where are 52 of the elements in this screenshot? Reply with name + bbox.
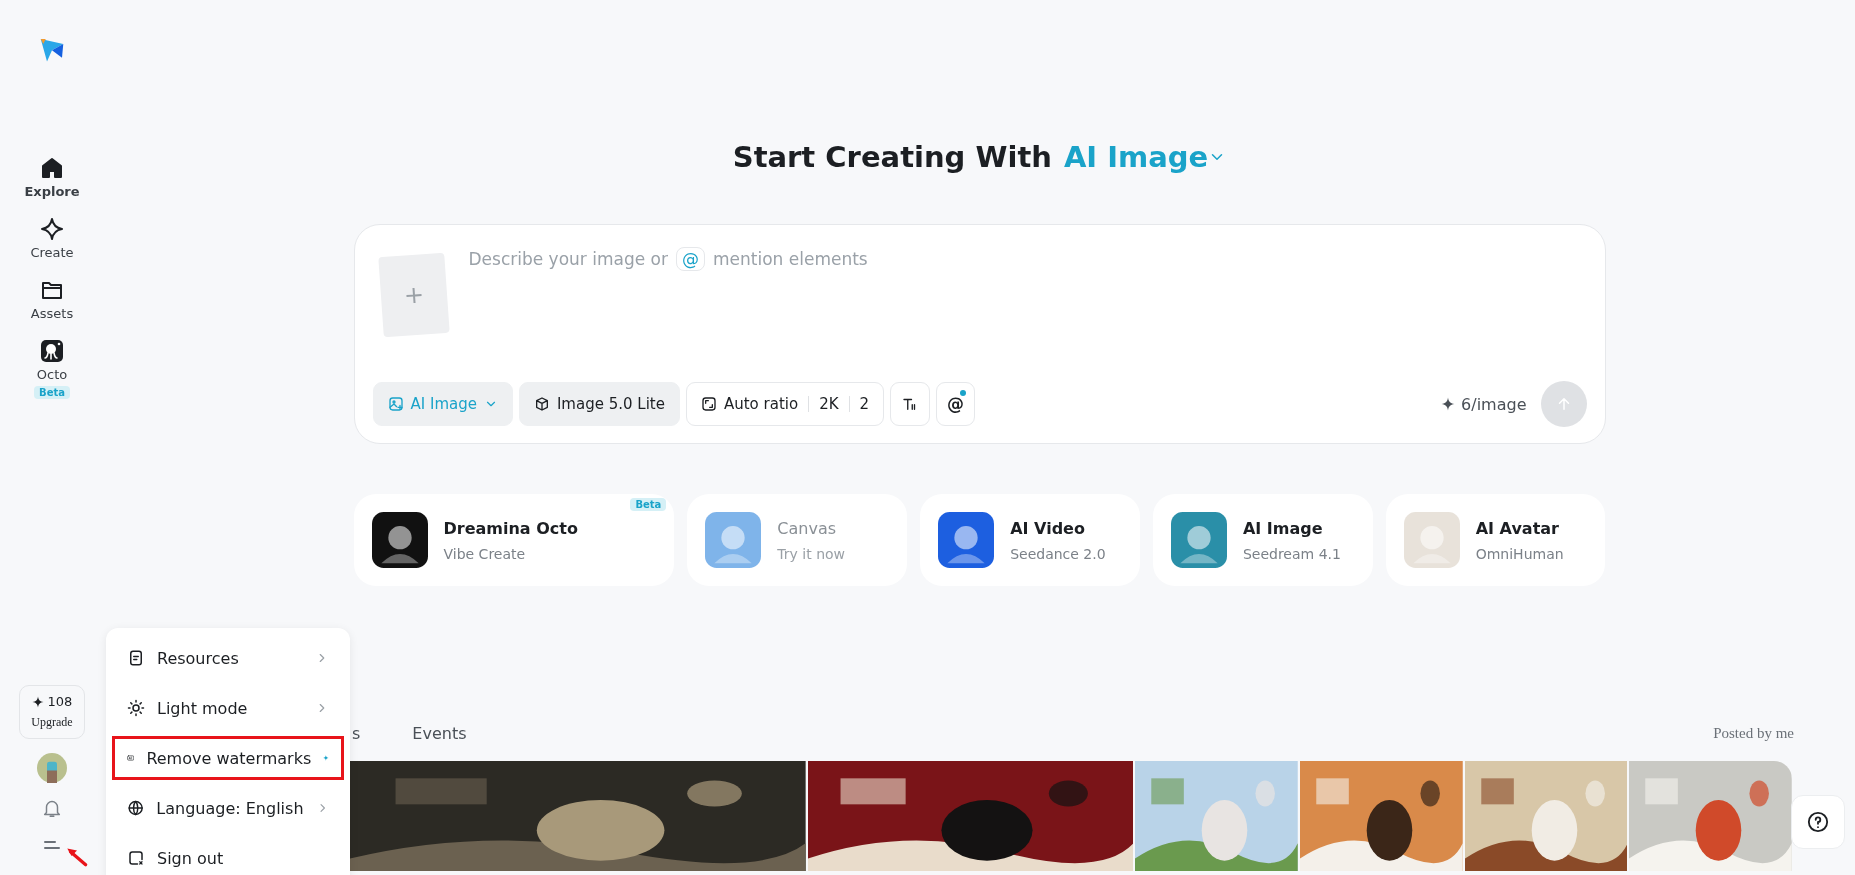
tab[interactable]: Events <box>412 723 467 743</box>
nav-item[interactable]: Explore <box>20 154 84 201</box>
avatar-icon[interactable] <box>37 753 67 783</box>
mention-chip: @ <box>676 247 705 271</box>
card-title: Canvas <box>777 518 838 538</box>
card-title: Dreamina Octo <box>443 518 578 538</box>
feature-card[interactable]: Dreamina Octo Vibe Create Beta <box>353 494 675 586</box>
card-subtitle: Vibe Create <box>443 545 527 562</box>
sun-icon <box>127 699 145 717</box>
card-title: AI Image <box>1242 518 1324 538</box>
card-title: AI Avatar <box>1475 518 1560 538</box>
card-subtitle: Seedance 2.0 <box>1010 545 1106 562</box>
ratio-button[interactable]: Auto ratio 2K 2 <box>685 382 885 426</box>
image-icon <box>387 396 404 412</box>
text-style-button[interactable] <box>890 382 931 426</box>
feature-card[interactable]: AI Avatar OmniHuman <box>1385 494 1606 586</box>
menu-item[interactable]: Sign out <box>112 836 344 875</box>
feature-card[interactable]: AI Video Seedance 2.0 <box>920 494 1140 586</box>
octopus-icon <box>40 339 64 363</box>
model-button[interactable]: Image 5.0 Lite <box>518 382 680 426</box>
menu-item[interactable]: Remove watermarks <box>112 736 344 780</box>
feature-card[interactable]: AI Image Seedream 4.1 <box>1152 494 1373 586</box>
credits-card[interactable]: 108 Upgrade <box>19 685 85 739</box>
nav-item[interactable]: Create <box>26 215 78 262</box>
cost-label: 6/image <box>1461 394 1527 414</box>
beta-badge: Beta <box>34 386 70 399</box>
home-icon <box>40 156 64 180</box>
mention-button[interactable]: @ <box>936 382 976 426</box>
posted-by-me-link[interactable]: Posted by me <box>1713 724 1794 742</box>
sparkle-icon <box>40 217 64 241</box>
upgrade-label[interactable]: Upgrade <box>31 715 73 730</box>
menu-item[interactable]: Resources <box>112 636 344 680</box>
tab[interactable]: s <box>352 723 361 743</box>
card-subtitle: Seedream 4.1 <box>1242 545 1341 562</box>
help-icon <box>1807 811 1829 833</box>
page-heading: Start Creating With <box>732 140 1052 174</box>
nav-item[interactable]: Assets <box>26 276 78 323</box>
card-title: AI Video <box>1010 518 1086 538</box>
sign-out-icon <box>127 849 145 867</box>
globe-icon <box>127 799 145 817</box>
menu-item[interactable]: Language: English <box>112 786 344 830</box>
sparkle-icon <box>31 695 44 708</box>
menu-item[interactable]: Light mode <box>112 686 344 730</box>
nav-item[interactable]: Octo Beta <box>30 337 74 401</box>
card-subtitle: OmniHuman <box>1475 545 1564 562</box>
beta-badge: Beta <box>630 498 667 511</box>
ratio-icon <box>700 396 717 412</box>
cube-icon <box>533 396 550 412</box>
credit-count: 108 <box>47 694 73 709</box>
card-subtitle: Try it now <box>777 545 846 562</box>
help-button[interactable] <box>1791 795 1845 849</box>
document-icon <box>127 649 145 667</box>
